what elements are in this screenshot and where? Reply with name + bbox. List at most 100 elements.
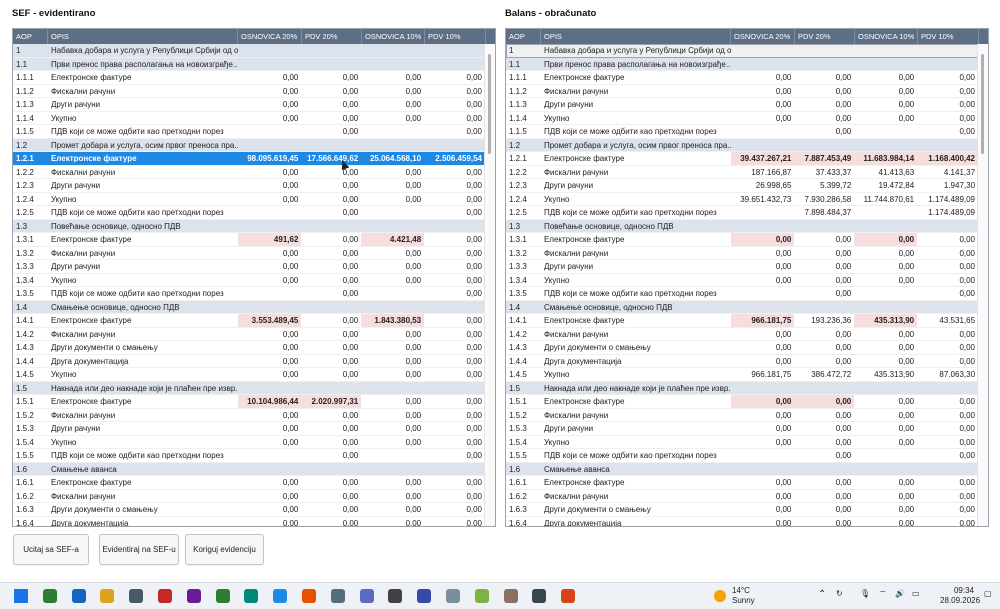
cell-o20[interactable]: 0,00 bbox=[731, 247, 795, 260]
cell-p20[interactable]: 0,00 bbox=[794, 355, 854, 368]
cell-o10[interactable]: 11.744.870,61 bbox=[854, 193, 917, 206]
cell-o20[interactable]: 0,00 bbox=[731, 71, 795, 84]
cell-aop[interactable]: 1.3.3 bbox=[506, 260, 541, 273]
cell-p20[interactable]: 0,00 bbox=[301, 436, 361, 449]
cell-p20[interactable]: 0,00 bbox=[794, 85, 854, 98]
cell-p10[interactable]: 0,00 bbox=[917, 355, 978, 368]
cell-o10[interactable] bbox=[361, 206, 424, 219]
cell-aop[interactable]: 1.5.4 bbox=[13, 436, 48, 449]
table-row[interactable]: 1.6.1 Електронске фактуре 0,00 0,00 0,00 0,00 bbox=[13, 476, 485, 490]
cell-o20[interactable] bbox=[731, 301, 795, 314]
tools-icon[interactable] bbox=[330, 589, 345, 603]
cell-o10[interactable]: 0,00 bbox=[854, 233, 918, 246]
cell-o20[interactable]: 10.104.986,44 bbox=[237, 395, 302, 408]
cell-aop[interactable]: 1.5.5 bbox=[13, 449, 48, 462]
cell-opis[interactable]: Смањење аванса bbox=[541, 463, 731, 476]
cell-p10[interactable] bbox=[424, 220, 485, 233]
cell-o10[interactable] bbox=[361, 449, 424, 462]
cell-p20[interactable]: 0,00 bbox=[301, 85, 361, 98]
cell-opis[interactable]: Повећање основице, односно ПДВ bbox=[48, 220, 238, 233]
cell-p10[interactable]: 0,00 bbox=[424, 233, 485, 246]
cell-o10[interactable] bbox=[361, 287, 424, 300]
cell-o10[interactable]: 0,00 bbox=[854, 395, 917, 408]
cell-p20[interactable]: 0,00 bbox=[794, 341, 854, 354]
cell-opis[interactable]: Фискални рачуни bbox=[541, 166, 731, 179]
table-row[interactable]: 1.1.5 ПДВ који се може одбити као претход… bbox=[506, 125, 978, 139]
cell-aop[interactable]: 1.6 bbox=[506, 463, 541, 476]
cell-opis[interactable]: Електронске фактуре bbox=[48, 314, 238, 327]
table-row[interactable]: 1.2.5 ПДВ који се може одбити као претход… bbox=[506, 206, 978, 220]
table-row[interactable]: 1.4.2 Фискални рачуни 0,00 0,00 0,00 0,00 bbox=[506, 328, 978, 341]
cell-p10[interactable] bbox=[917, 463, 978, 476]
table-row[interactable]: 1.6.3 Други документи о смањењу 0,00 0,00 0,… bbox=[13, 503, 485, 517]
cell-opis[interactable]: Укупно bbox=[541, 193, 731, 206]
cell-opis[interactable]: Електронске фактуре bbox=[541, 314, 731, 327]
cell-o20[interactable]: 0,00 bbox=[238, 247, 302, 260]
cell-opis[interactable]: Друга документација bbox=[48, 517, 238, 527]
cell-p20[interactable]: 0,00 bbox=[794, 449, 854, 462]
cell-o10[interactable] bbox=[361, 125, 424, 138]
cell-opis[interactable]: Други документи о смањењу bbox=[48, 503, 238, 516]
cell-o10[interactable]: 41.413,63 bbox=[854, 166, 917, 179]
col-header-osnovica10[interactable]: OSNOVICA 10% bbox=[362, 29, 425, 44]
cell-opis[interactable]: Други рачуни bbox=[541, 260, 731, 273]
table-row[interactable]: 1.3 Повећање основице, односно ПДВ bbox=[13, 219, 485, 233]
cell-o10[interactable] bbox=[361, 220, 424, 233]
cell-opis[interactable]: Промет добара и услуга, осим првог прено… bbox=[48, 139, 238, 152]
cell-opis[interactable]: Електронске фактуре bbox=[48, 233, 238, 246]
cell-p10[interactable]: 43.531,65 bbox=[917, 314, 978, 327]
cell-o10[interactable] bbox=[361, 463, 424, 476]
cell-p10[interactable]: 0,00 bbox=[917, 517, 978, 527]
col-header-pdv10[interactable]: PDV 10% bbox=[425, 29, 486, 44]
cell-p10[interactable] bbox=[424, 44, 485, 57]
cell-o10[interactable]: 0,00 bbox=[854, 409, 917, 422]
table-row[interactable]: 1.5.2 Фискални рачуни 0,00 0,00 0,00 0,00 bbox=[506, 409, 978, 422]
cell-p20[interactable] bbox=[301, 220, 361, 233]
microphone-icon[interactable]: 🎙 bbox=[860, 589, 870, 598]
battery-icon[interactable]: ▭ bbox=[912, 589, 920, 598]
cell-aop[interactable]: 1.4.4 bbox=[13, 355, 48, 368]
table-row[interactable]: 1.3.1 Електронске фактуре 491,62 0,00 4.421,… bbox=[13, 233, 485, 247]
cell-p20[interactable]: 17.566.649,62 bbox=[301, 152, 361, 165]
table-row[interactable]: 1.6.4 Друга документација 0,00 0,00 0,00 0,00 bbox=[13, 517, 485, 527]
table-row[interactable]: 1.2.1 Електронске фактуре 39.437.267,21 7.8… bbox=[506, 152, 979, 166]
cell-aop[interactable]: 1.5.3 bbox=[13, 422, 48, 435]
cell-aop[interactable]: 1.4.4 bbox=[506, 355, 541, 368]
cell-aop[interactable]: 1.4.5 bbox=[506, 368, 541, 381]
cell-p10[interactable]: 0,00 bbox=[424, 71, 485, 84]
table-row[interactable]: 1.1.2 Фискални рачуни 0,00 0,00 0,00 0,00 bbox=[13, 85, 485, 98]
cell-o10[interactable]: 0,00 bbox=[361, 422, 424, 435]
cell-aop[interactable]: 1 bbox=[13, 44, 48, 57]
cell-o20[interactable]: 0,00 bbox=[731, 260, 795, 273]
cell-opis[interactable]: ПДВ који се може одбити као претходни по… bbox=[48, 125, 238, 138]
cell-o20[interactable]: 39.651.432,73 bbox=[731, 193, 795, 206]
cell-o10[interactable]: 0,00 bbox=[361, 328, 424, 341]
table-row[interactable]: 1.1 Први пренос права располагања на ново… bbox=[506, 57, 978, 71]
table-row[interactable]: 1 Набавка добара и услуга у Републици Срб… bbox=[13, 44, 485, 58]
cell-o20[interactable]: 0,00 bbox=[731, 517, 795, 527]
cell-o10[interactable] bbox=[854, 463, 917, 476]
cell-p10[interactable]: 0,00 bbox=[917, 274, 978, 287]
cell-o10[interactable] bbox=[854, 382, 917, 395]
cell-o20[interactable]: 26.998,65 bbox=[731, 179, 795, 192]
cell-o10[interactable]: 0,00 bbox=[854, 517, 917, 527]
cell-o20[interactable]: 0,00 bbox=[731, 476, 795, 489]
cell-opis[interactable]: Фискални рачуни bbox=[541, 328, 731, 341]
cell-opis[interactable]: Повећање основице, односно ПДВ bbox=[541, 220, 731, 233]
cell-p20[interactable] bbox=[794, 220, 854, 233]
cell-o20[interactable]: 0,00 bbox=[238, 476, 302, 489]
cell-o20[interactable] bbox=[238, 301, 302, 314]
clock-time[interactable]: 09:34 bbox=[950, 586, 978, 595]
cell-o20[interactable]: 0,00 bbox=[731, 422, 795, 435]
cell-p10[interactable]: 1.168.400,42 bbox=[917, 152, 979, 165]
cell-p10[interactable]: 0,00 bbox=[917, 422, 978, 435]
cell-aop[interactable]: 1.5.3 bbox=[506, 422, 541, 435]
cell-aop[interactable]: 1.1.4 bbox=[13, 112, 48, 125]
cell-o20[interactable]: 0,00 bbox=[238, 341, 302, 354]
cell-o10[interactable] bbox=[854, 220, 917, 233]
cell-aop[interactable]: 1.5.4 bbox=[506, 436, 541, 449]
cell-aop[interactable]: 1.3.3 bbox=[13, 260, 48, 273]
cell-o10[interactable]: 0,00 bbox=[361, 355, 424, 368]
cell-opis[interactable]: Фискални рачуни bbox=[541, 409, 731, 422]
cell-aop[interactable]: 1.2 bbox=[13, 139, 48, 152]
